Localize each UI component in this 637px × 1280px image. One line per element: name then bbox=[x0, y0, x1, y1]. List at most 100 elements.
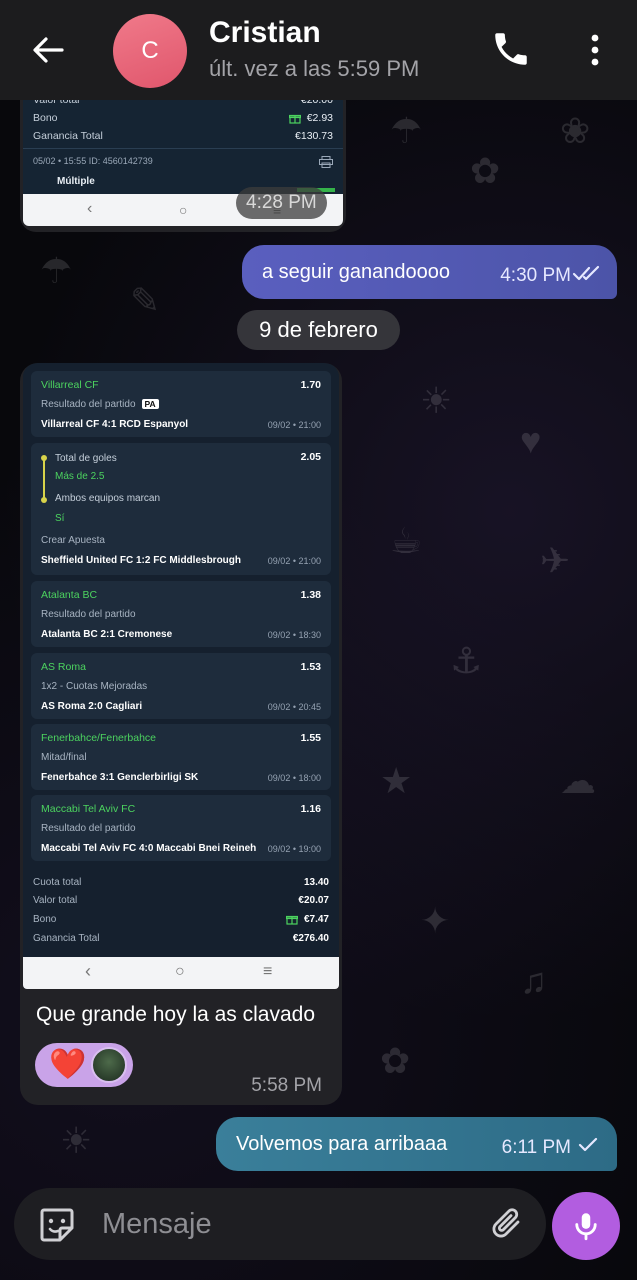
bet-selection-card: Villarreal CF 1.70 Resultado del partido… bbox=[31, 371, 331, 437]
contact-avatar[interactable]: C bbox=[113, 14, 187, 88]
microphone-button[interactable] bbox=[552, 1192, 620, 1260]
attach-icon[interactable] bbox=[488, 1204, 528, 1244]
back-arrow-icon[interactable] bbox=[26, 28, 70, 72]
bet-selection-card: Total de goles 2.05 Más de 2.5 Ambos equ… bbox=[31, 443, 331, 575]
selection-odds: 2.05 bbox=[300, 451, 321, 463]
more-vertical-icon[interactable] bbox=[578, 30, 612, 70]
contact-name[interactable]: Cristian bbox=[209, 16, 321, 50]
sticker-icon[interactable] bbox=[36, 1204, 78, 1246]
slip-total-row: Ganancia Total €276.40 bbox=[33, 933, 329, 944]
selection-odds: 1.55 bbox=[300, 732, 321, 744]
message-time: 6:11 PM bbox=[501, 1137, 571, 1158]
selection-team: Atalanta BC bbox=[41, 589, 98, 601]
receipt-value-wrap: €2.93 bbox=[288, 112, 333, 124]
slip-total-row: Bono €7.47 bbox=[33, 914, 329, 925]
outgoing-message[interactable]: Volvemos para arribaaa 6:11 PM bbox=[216, 1117, 617, 1171]
bet-selection-card: Atalanta BC 1.38 Resultado del partido A… bbox=[31, 581, 331, 647]
total-value: €276.40 bbox=[292, 933, 329, 944]
receipt-row: Bono €2.93 bbox=[33, 112, 333, 124]
doodle-icon: ⚓ bbox=[450, 640, 483, 681]
nav-home-icon: ○ bbox=[179, 202, 188, 218]
selection-date: 09/02 • 20:45 bbox=[267, 702, 321, 712]
selection-market: Resultado del partido bbox=[41, 609, 136, 620]
nav-back-icon: ‹ bbox=[85, 961, 91, 981]
total-label: Bono bbox=[33, 914, 57, 925]
selection-team: Fenerbahce/Fenerbahce bbox=[41, 732, 156, 744]
receipt-label: Bono bbox=[33, 112, 58, 124]
receipt-footer: 05/02 • 15:55 ID: 4560142739 bbox=[33, 156, 153, 166]
doodle-icon: ✿ bbox=[380, 1040, 411, 1081]
avatar-letter: C bbox=[141, 37, 159, 64]
doodle-icon: ✿ bbox=[470, 150, 501, 191]
selection-date: 09/02 • 18:30 bbox=[267, 630, 321, 640]
message-text: a seguir ganandoooo bbox=[262, 260, 450, 283]
selection-dot bbox=[41, 455, 47, 461]
message-text: Que grande hoy la as clavado bbox=[36, 1003, 316, 1026]
selection-team: Maccabi Tel Aviv FC bbox=[41, 803, 136, 815]
date-separator: 9 de febrero bbox=[237, 310, 400, 350]
receipt-value: €2.93 bbox=[306, 112, 333, 124]
receipt-divider bbox=[23, 148, 343, 149]
receipt-next-label: Múltiple bbox=[57, 176, 95, 187]
slip-total-row: Cuota total 13.40 bbox=[33, 877, 329, 888]
selection-market: Resultado del partido PA bbox=[41, 399, 159, 410]
message-time: 4:30 PM bbox=[500, 265, 571, 286]
message-time: 5:58 PM bbox=[251, 1075, 322, 1096]
selection-result: AS Roma 2:0 Cagliari bbox=[41, 701, 143, 712]
selection-odds: 1.38 bbox=[300, 589, 321, 601]
phone-icon[interactable] bbox=[490, 28, 532, 70]
selection-date: 09/02 • 18:00 bbox=[267, 773, 321, 783]
selection-result: Sheffield United FC 1:2 FC Middlesbrough bbox=[41, 555, 241, 566]
selection-odds: 1.70 bbox=[300, 379, 321, 391]
selection-pick: Más de 2.5 bbox=[55, 471, 105, 482]
doodle-icon: ♥ bbox=[520, 420, 542, 461]
selection-dot bbox=[41, 497, 47, 503]
gift-icon bbox=[285, 915, 298, 925]
selection-result: Fenerbahce 3:1 Genclerbirligi SK bbox=[41, 772, 199, 783]
last-seen-status: últ. vez a las 5:59 PM bbox=[209, 56, 420, 81]
nav-recents-icon: ≡ bbox=[263, 963, 273, 980]
message-text: Volvemos para arribaaa bbox=[236, 1132, 448, 1155]
microphone-icon bbox=[575, 1213, 597, 1241]
doodle-icon: ❀ bbox=[560, 110, 591, 151]
selection-team: AS Roma bbox=[41, 661, 86, 673]
bet-selection-card: Fenerbahce/Fenerbahce 1.55 Mitad/final F… bbox=[31, 724, 331, 790]
selection-odds: 1.16 bbox=[300, 803, 321, 815]
doodle-icon: ☀ bbox=[60, 1120, 93, 1161]
selection-market: Mitad/final bbox=[41, 752, 87, 763]
receipt-label: Ganancia Total bbox=[33, 130, 103, 142]
reaction-chip[interactable]: ❤️ bbox=[35, 1043, 133, 1087]
total-value-wrap: €7.47 bbox=[285, 914, 329, 925]
outgoing-message[interactable]: a seguir ganandoooo 4:30 PM bbox=[242, 245, 617, 299]
selection-date: 09/02 • 21:00 bbox=[267, 556, 321, 566]
bet-selection-card: Maccabi Tel Aviv FC 1.16 Resultado del p… bbox=[31, 795, 331, 861]
doodle-icon: ★ bbox=[380, 760, 413, 801]
doodle-icon: ☂ bbox=[390, 110, 423, 151]
receipt-value: €130.73 bbox=[295, 130, 333, 142]
pa-badge: PA bbox=[141, 399, 159, 409]
selection-market: Resultado del partido bbox=[41, 823, 136, 834]
bet-selection-card: AS Roma 1.53 1x2 - Cuotas Mejoradas AS R… bbox=[31, 653, 331, 719]
incoming-image-message[interactable]: Villarreal CF 1.70 Resultado del partido… bbox=[20, 363, 342, 1105]
selection-date: 09/02 • 19:00 bbox=[267, 844, 321, 854]
doodle-icon: ✎ bbox=[130, 280, 161, 321]
selection-pick-2: Sí bbox=[55, 513, 65, 524]
nav-back-icon: ‹ bbox=[87, 200, 93, 217]
selection-team: Villarreal CF bbox=[41, 379, 99, 391]
total-value: €20.07 bbox=[298, 895, 329, 906]
nav-home-icon: ○ bbox=[175, 963, 185, 980]
message-composer bbox=[14, 1188, 546, 1260]
selection-result: Atalanta BC 2:1 Cremonese bbox=[41, 629, 173, 640]
total-value: 13.40 bbox=[303, 877, 329, 888]
message-input[interactable] bbox=[102, 1202, 462, 1246]
selection-result: Villarreal CF 4:1 RCD Espanyol bbox=[41, 419, 189, 430]
reactor-avatar bbox=[91, 1047, 127, 1083]
receipt-row: Ganancia Total €130.73 bbox=[33, 130, 333, 142]
doodle-icon: ☀ bbox=[420, 380, 453, 421]
selection-market: 1x2 - Cuotas Mejoradas bbox=[41, 681, 148, 692]
total-label: Valor total bbox=[33, 895, 78, 906]
market-label: Resultado del partido bbox=[41, 399, 136, 410]
selection-market: Total de goles bbox=[55, 453, 117, 464]
bet-slip-image: Villarreal CF 1.70 Resultado del partido… bbox=[23, 363, 339, 957]
selection-date: 09/02 • 21:00 bbox=[267, 420, 321, 430]
